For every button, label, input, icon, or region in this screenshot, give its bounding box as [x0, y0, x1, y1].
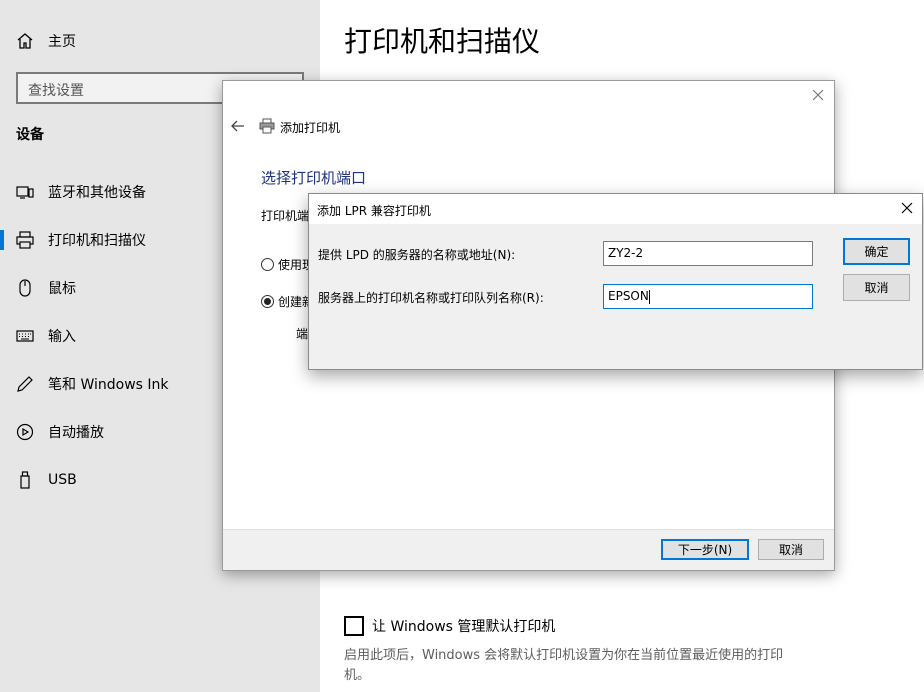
sidebar-home[interactable]: 主页: [16, 30, 76, 52]
sidebar-item-label: 鼠标: [48, 281, 76, 297]
lpr-dialog: 添加 LPR 兼容打印机 提供 LPD 的服务器的名称或地址(N): ZY2-2…: [308, 193, 923, 370]
default-printer-checkbox-label: 让 Windows 管理默认打印机: [372, 619, 556, 635]
sidebar-home-label: 主页: [48, 34, 76, 50]
text-caret: [648, 289, 650, 304]
page-title: 打印机和扫描仪: [344, 25, 541, 58]
lpr-dialog-title: 添加 LPR 兼容打印机: [317, 204, 431, 218]
wizard-footer: 下一步(N) 取消: [223, 529, 834, 570]
cancel-button[interactable]: 取消: [758, 539, 824, 560]
wizard-description: 打印机端: [261, 209, 310, 223]
radio-create-port[interactable]: 创建新: [261, 293, 314, 310]
back-arrow-icon[interactable]: [231, 119, 245, 133]
sidebar-item-label: 蓝牙和其他设备: [48, 185, 146, 201]
mouse-icon: [19, 279, 31, 297]
next-button[interactable]: 下一步(N): [661, 539, 749, 560]
sidebar-item-label: USB: [48, 472, 77, 488]
printer-icon: [259, 118, 275, 134]
usb-icon: [20, 471, 30, 489]
sidebar-item-label: 打印机和扫描仪: [48, 233, 146, 249]
wizard-heading: 选择打印机端口: [261, 169, 367, 187]
keyboard-icon: [16, 330, 34, 342]
home-icon: [17, 33, 33, 49]
ok-button[interactable]: 确定: [843, 238, 910, 265]
close-icon[interactable]: [810, 87, 826, 103]
sidebar-item-label: 输入: [48, 329, 76, 345]
default-printer-checkbox[interactable]: [344, 616, 364, 636]
default-printer-description: 启用此项后，Windows 会将默认打印机设置为你在当前位置最近使用的打印机。: [344, 648, 784, 683]
bluetooth-devices-icon: [16, 186, 34, 199]
port-type-label: 端: [296, 327, 309, 341]
pen-icon: [17, 376, 33, 392]
section-title: 设备: [16, 127, 44, 143]
queue-label: 服务器上的打印机名称或打印队列名称(R):: [318, 291, 544, 305]
server-label: 提供 LPD 的服务器的名称或地址(N):: [318, 248, 516, 262]
printer-icon: [16, 231, 34, 249]
radio-button[interactable]: [261, 295, 274, 308]
server-input-value: ZY2-2: [608, 246, 644, 260]
autoplay-icon: [16, 423, 34, 441]
sidebar-item-label: 笔和 Windows Ink: [48, 377, 169, 393]
close-icon[interactable]: [900, 201, 914, 215]
cancel-button[interactable]: 取消: [843, 274, 910, 301]
server-input[interactable]: ZY2-2: [603, 241, 813, 266]
radio-existing-port[interactable]: 使用现: [261, 256, 314, 273]
search-placeholder: 查找设置: [28, 83, 84, 99]
default-printer-checkbox-row[interactable]: 让 Windows 管理默认打印机: [344, 616, 555, 636]
queue-input-value: EPSON: [608, 289, 649, 303]
sidebar-item-label: 自动播放: [48, 425, 104, 441]
lpr-titlebar: 添加 LPR 兼容打印机: [309, 194, 922, 224]
queue-input[interactable]: EPSON: [603, 284, 813, 309]
wizard-title: 添加打印机: [280, 121, 341, 135]
radio-button[interactable]: [261, 258, 274, 271]
